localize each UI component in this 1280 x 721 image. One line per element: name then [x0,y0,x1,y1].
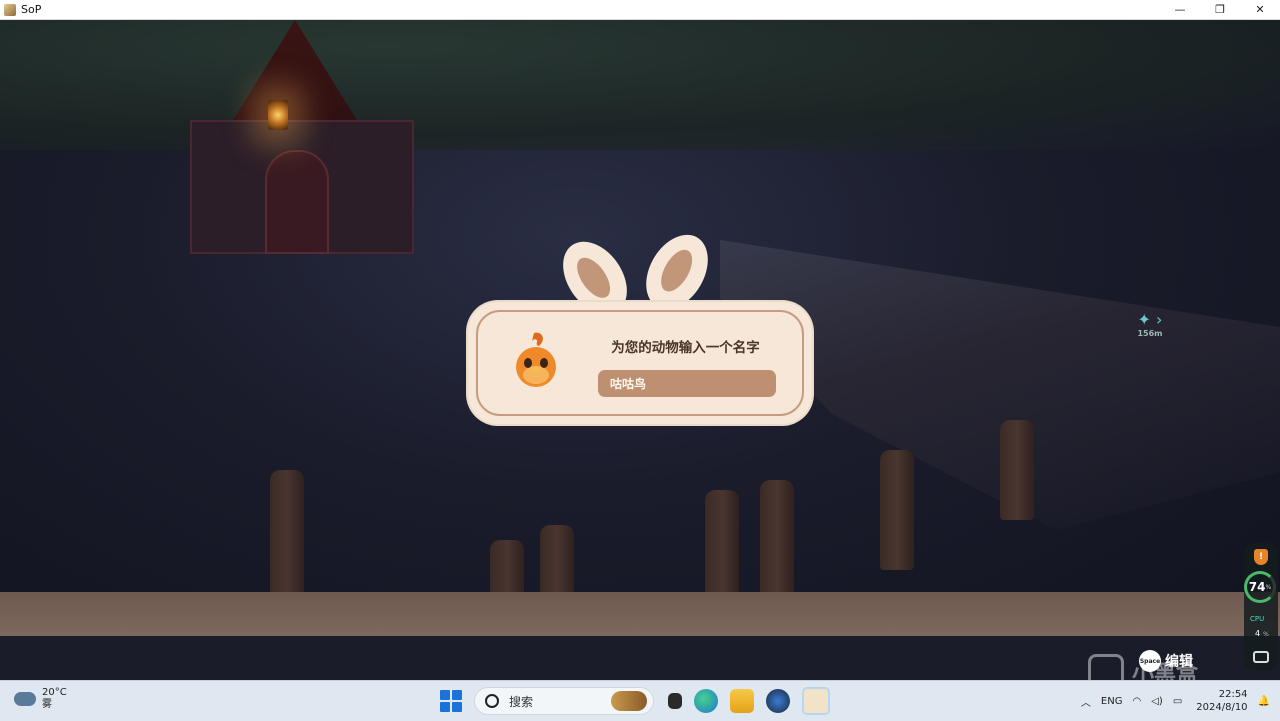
cpu-number: 4 [1255,629,1261,638]
name-dialog: 为您的动物输入一个名字 咕咕鸟 [468,223,812,424]
notification-icon[interactable]: 🔔 [1258,696,1270,707]
fence-post [1000,420,1034,520]
animal-portrait-icon [516,332,556,387]
house [150,20,440,260]
weather-desc: 雾 [42,699,52,710]
space-key-badge: Space [1139,650,1161,672]
dialog-prompt: 为您的动物输入一个名字 [611,340,760,356]
cpu-label: CPU [1250,615,1265,623]
waypoint-icon: ✦ › [1137,310,1163,329]
clock-date: 2024/8/10 [1196,702,1248,713]
window-titlebar: SoP — ❐ ✕ [0,0,1280,20]
weather-text: 20°C 雾 [42,687,67,711]
file-explorer-icon[interactable] [730,689,754,713]
steam-icon[interactable] [766,689,790,713]
waypoint-distance: 156m [1137,329,1163,338]
ground [0,592,1280,636]
volume-icon[interactable]: ◁) [1151,696,1163,707]
search-placeholder: 搜索 [509,694,534,709]
clock-time: 22:54 [1218,689,1248,700]
usage-gauge: 74% [1244,571,1276,603]
fence-post [760,480,794,610]
battery-icon[interactable]: ▭ [1173,696,1182,707]
lantern [268,100,288,130]
window-title: SoP [21,3,42,16]
key-hint-label: 编辑 [1165,654,1193,670]
weather-widget[interactable]: 20°C 雾 [14,687,67,711]
taskbar-search[interactable]: 搜索 [474,687,654,715]
windows-start-icon[interactable] [440,690,462,712]
language-indicator[interactable]: ENG [1101,696,1123,707]
house-door [265,150,329,254]
close-button[interactable]: ✕ [1240,0,1280,19]
task-view-icon[interactable] [668,693,682,709]
taskbar: 20°C 雾 搜索 ︿ ENG ◠ ◁) ▭ 22:54 2024/8/10 🔔 [0,680,1280,721]
weather-temp: 20°C [42,687,67,698]
edge-icon[interactable] [694,689,718,713]
sop-game-icon[interactable] [802,687,830,715]
system-tray: ︿ ENG ◠ ◁) ▭ 22:54 2024/8/10 🔔 [1071,685,1270,717]
wifi-icon[interactable]: ◠ [1132,696,1141,707]
window-controls: — ❐ ✕ [1160,0,1280,19]
search-highlight-icon [611,691,647,711]
cpu-value: 4% [1255,629,1269,638]
key-hint: Space 编辑 [1139,650,1193,672]
animal-name-input[interactable]: 咕咕鸟 [598,370,776,397]
clock[interactable]: 22:54 2024/8/10 [1196,688,1247,714]
fence-post [270,470,304,600]
gauge-value: 74 [1248,580,1266,594]
cpu-unit: % [1263,631,1269,638]
cloud-icon [14,692,36,706]
dialog-card: 为您的动物输入一个名字 咕咕鸟 [468,302,812,424]
maximize-button[interactable]: ❐ [1200,0,1240,19]
search-icon [485,694,499,708]
tray-overflow-icon[interactable]: ︿ [1081,694,1091,709]
shield-icon[interactable]: ! [1254,549,1268,565]
app-icon [4,3,16,16]
minimize-button[interactable]: — [1160,0,1200,19]
fence-post [880,450,914,570]
gauge-unit: % [1265,583,1272,591]
taskbar-apps: 搜索 [440,685,830,717]
waypoint-marker: ✦ › 156m [1130,310,1170,338]
